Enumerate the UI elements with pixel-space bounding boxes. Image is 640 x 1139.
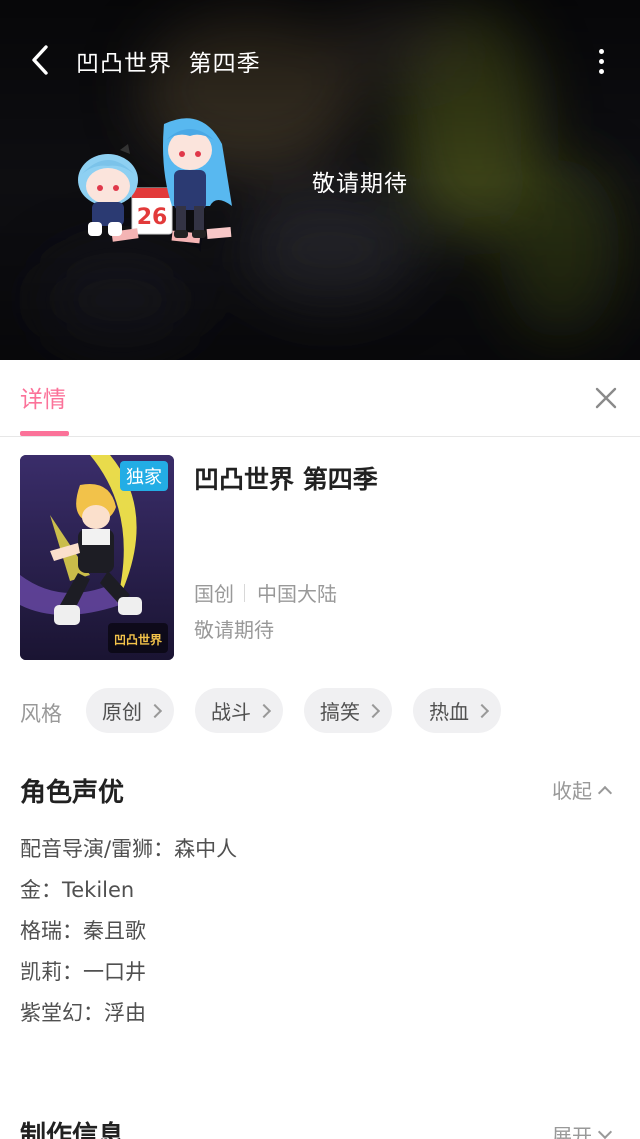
series-title: 凹凸世界 第四季 — [194, 465, 378, 494]
cast-line: 格瑞：秦且歌 — [20, 919, 146, 943]
cast-section-title: 角色声优 — [20, 778, 125, 808]
chevron-right-icon — [147, 703, 163, 718]
back-button[interactable] — [22, 38, 58, 82]
tag-passion[interactable]: 热血 — [413, 688, 501, 733]
production-expand-button[interactable]: 展开 — [552, 1120, 613, 1139]
cover-image[interactable]: 凹凸世界 独家 — [20, 455, 174, 660]
chevron-right-icon — [256, 703, 272, 718]
style-label: 风格 — [20, 702, 62, 726]
exclusive-badge: 独家 — [120, 461, 168, 491]
more-dot — [598, 68, 604, 74]
video-title: 凹凸世界 第四季 — [76, 51, 261, 77]
mascot-illustration: 26 — [78, 118, 232, 244]
tag-original[interactable]: 原创 — [86, 688, 174, 733]
production-section-title: 制作信息 — [20, 1121, 125, 1139]
tab-bar: 详情 — [0, 360, 640, 437]
cast-line: 金：Tekilen — [20, 878, 135, 902]
cast-line: 紫堂幻：浮由 — [20, 1001, 146, 1025]
expand-label: 展开 — [552, 1124, 592, 1139]
collapse-label: 收起 — [552, 779, 592, 803]
meta-divider — [244, 583, 245, 602]
category-text: 国创 — [194, 582, 234, 606]
svg-text:26: 26 — [137, 205, 168, 230]
chevron-up-icon — [597, 785, 613, 800]
tag-comedy[interactable]: 搞笑 — [304, 688, 392, 733]
tab-detail[interactable]: 详情 — [20, 380, 66, 414]
release-status: 敬请期待 — [194, 618, 274, 642]
region-text: 中国大陆 — [257, 582, 337, 606]
cast-line: 凯莉：一口井 — [20, 960, 146, 984]
series-meta: 国创 中国大陆 — [194, 578, 337, 607]
cast-line: 配音导演/雷狮：森中人 — [20, 837, 238, 861]
tag-label: 热血 — [429, 700, 469, 724]
cast-collapse-button[interactable]: 收起 — [552, 775, 613, 804]
close-icon — [595, 387, 617, 409]
chevron-right-icon — [365, 703, 381, 718]
player-area[interactable]: 凹凸世界 第四季 26 敬请期待 — [0, 0, 640, 360]
chevron-down-icon — [597, 1124, 613, 1139]
tag-label: 原创 — [102, 700, 142, 724]
more-dot — [598, 58, 604, 64]
player-status-text: 敬请期待 — [312, 171, 408, 197]
more-vertical-icon — [598, 48, 604, 54]
active-tab-indicator — [20, 431, 69, 436]
chevron-left-icon — [32, 45, 48, 75]
close-button[interactable] — [590, 382, 622, 414]
tag-label: 战斗 — [211, 700, 251, 724]
chevron-right-icon — [474, 703, 490, 718]
tag-label: 搞笑 — [320, 700, 360, 724]
tag-battle[interactable]: 战斗 — [195, 688, 283, 733]
more-options-button[interactable] — [586, 40, 616, 82]
svg-text:凹凸世界: 凹凸世界 — [114, 632, 162, 647]
